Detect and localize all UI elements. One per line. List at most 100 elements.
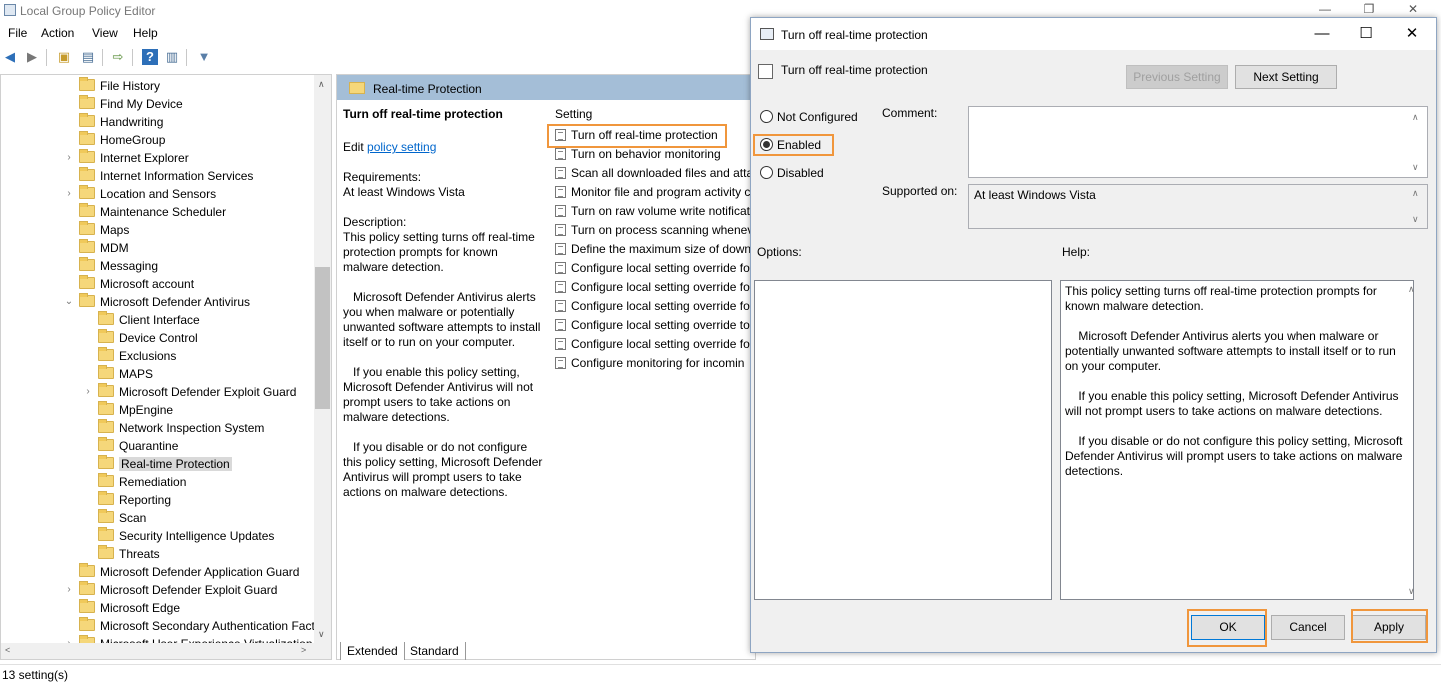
tree-item[interactable]: File History bbox=[79, 77, 160, 95]
tree-item[interactable]: Real-time Protection bbox=[98, 455, 232, 473]
help-scroll-down-icon[interactable]: ∨ bbox=[1408, 586, 1434, 597]
tab-extended[interactable]: Extended bbox=[340, 642, 405, 660]
setting-row[interactable]: Scan all downloaded files and atta bbox=[555, 164, 753, 183]
tree-item[interactable]: HomeGroup bbox=[79, 131, 165, 149]
filter-icon[interactable]: ▼ bbox=[196, 49, 212, 65]
tree-item[interactable]: Security Intelligence Updates bbox=[98, 527, 274, 545]
tree-item[interactable]: Threats bbox=[98, 545, 160, 563]
tree-item[interactable]: Microsoft account bbox=[79, 275, 194, 293]
menu-action[interactable]: Action bbox=[41, 26, 74, 40]
tree-item[interactable]: Handwriting bbox=[79, 113, 163, 131]
folder-icon bbox=[79, 203, 95, 217]
setting-row[interactable]: Configure monitoring for incomin bbox=[555, 354, 744, 373]
tree-item[interactable]: ⌄ Microsoft Defender Antivirus bbox=[65, 293, 250, 311]
setting-row[interactable]: Configure local setting override fo bbox=[555, 278, 750, 297]
setting-column-header[interactable]: Setting bbox=[555, 107, 592, 121]
tree-item[interactable]: › Microsoft Defender Exploit Guard bbox=[67, 581, 277, 599]
help-scroll-up-icon[interactable]: ∧ bbox=[1408, 284, 1434, 295]
radio-disabled[interactable]: Disabled bbox=[760, 164, 824, 182]
radio-not-configured-circle[interactable] bbox=[760, 110, 773, 123]
up-folder-icon[interactable]: ▣ bbox=[56, 49, 72, 65]
tab-standard[interactable]: Standard bbox=[404, 642, 466, 660]
policy-setting-icon bbox=[555, 300, 566, 312]
tree-item[interactable]: Microsoft Edge bbox=[79, 599, 180, 617]
setting-label: Turn on process scanning whenev bbox=[571, 223, 754, 237]
minimize-icon[interactable]: — bbox=[1310, 2, 1340, 16]
back-arrow-icon[interactable]: ◀ bbox=[2, 49, 18, 65]
chevron-right-icon[interactable]: › bbox=[63, 149, 75, 167]
tree-item[interactable]: Microsoft Secondary Authentication Fact bbox=[79, 617, 315, 635]
chevron-right-icon[interactable]: › bbox=[63, 185, 75, 203]
previous-setting-button[interactable]: Previous Setting bbox=[1126, 65, 1228, 89]
tree-item[interactable]: Find My Device bbox=[79, 95, 183, 113]
forward-arrow-icon[interactable]: ▶ bbox=[24, 49, 40, 65]
help-icon[interactable]: ? bbox=[142, 49, 158, 65]
setting-row[interactable]: Configure local setting override fo bbox=[555, 335, 750, 354]
comment-textarea[interactable] bbox=[968, 106, 1428, 178]
properties-icon[interactable]: ▥ bbox=[164, 49, 180, 65]
restore-icon[interactable]: ❐ bbox=[1354, 2, 1384, 16]
tree-item[interactable]: Client Interface bbox=[98, 311, 200, 329]
chevron-down-icon[interactable]: ⌄ bbox=[63, 293, 75, 311]
scroll-right-icon[interactable]: > bbox=[301, 645, 306, 655]
radio-not-configured[interactable]: Not Configured bbox=[760, 108, 858, 126]
comment-scroll-up-icon[interactable]: ∧ bbox=[1412, 112, 1434, 123]
tree-horizontal-scrollbar[interactable]: < > bbox=[1, 643, 331, 659]
tree-item[interactable]: › Internet Explorer bbox=[67, 149, 189, 167]
tree-item[interactable]: MpEngine bbox=[98, 401, 173, 419]
next-setting-button[interactable]: Next Setting bbox=[1235, 65, 1337, 89]
supported-scroll-up-icon[interactable]: ∧ bbox=[1412, 188, 1434, 199]
chevron-right-icon[interactable]: › bbox=[82, 383, 94, 401]
setting-row[interactable]: Configure local setting override fo bbox=[555, 259, 750, 278]
setting-row[interactable]: Turn on process scanning whenev bbox=[555, 221, 753, 240]
tree-item[interactable]: Reporting bbox=[98, 491, 171, 509]
dialog-close-icon[interactable]: ✕ bbox=[1397, 24, 1427, 44]
menu-view[interactable]: View bbox=[92, 26, 118, 40]
show-hide-tree-icon[interactable]: ▤ bbox=[80, 49, 96, 65]
folder-icon bbox=[98, 455, 114, 469]
tree-item[interactable]: Messaging bbox=[79, 257, 158, 275]
tree-item[interactable]: Internet Information Services bbox=[79, 167, 253, 185]
scroll-up-icon[interactable]: ∧ bbox=[318, 79, 325, 90]
scroll-left-icon[interactable]: < bbox=[5, 645, 10, 655]
toolbar-separator bbox=[46, 49, 47, 66]
tree-item[interactable]: › Location and Sensors bbox=[67, 185, 216, 203]
tree-item[interactable]: Scan bbox=[98, 509, 146, 527]
export-list-icon[interactable]: ⇨ bbox=[110, 49, 126, 65]
highlight-enabled-option bbox=[753, 134, 834, 156]
policy-setting-icon bbox=[555, 205, 566, 217]
dialog-maximize-icon[interactable]: ☐ bbox=[1351, 24, 1381, 44]
edit-policy-link[interactable]: policy setting bbox=[367, 140, 436, 154]
setting-row[interactable]: Define the maximum size of down bbox=[555, 240, 751, 259]
tree-item[interactable]: › Microsoft Defender Exploit Guard bbox=[86, 383, 296, 401]
setting-row[interactable]: Turn on raw volume write notificat bbox=[555, 202, 750, 221]
tree-item-label: Find My Device bbox=[100, 97, 183, 111]
help-paragraph-3: If you enable this policy setting, Micro… bbox=[1065, 389, 1402, 418]
tree-item[interactable]: Exclusions bbox=[98, 347, 176, 365]
tree-item[interactable]: MDM bbox=[79, 239, 129, 257]
chevron-right-icon[interactable]: › bbox=[63, 581, 75, 599]
setting-row[interactable]: Configure local setting override fo bbox=[555, 297, 750, 316]
scroll-thumb[interactable] bbox=[315, 267, 330, 409]
requirements-value: At least Windows Vista bbox=[343, 185, 465, 199]
menu-file[interactable]: File bbox=[8, 26, 27, 40]
tree-item[interactable]: Network Inspection System bbox=[98, 419, 264, 437]
tree-item[interactable]: Device Control bbox=[98, 329, 198, 347]
scroll-down-icon[interactable]: ∨ bbox=[318, 629, 325, 640]
tree-vertical-scrollbar[interactable]: ∧ ∨ bbox=[314, 75, 331, 643]
setting-row[interactable]: Monitor file and program activity c bbox=[555, 183, 750, 202]
close-icon[interactable]: ✕ bbox=[1398, 2, 1428, 16]
tree-item[interactable]: Remediation bbox=[98, 473, 186, 491]
dialog-minimize-icon[interactable]: — bbox=[1307, 24, 1337, 44]
menu-help[interactable]: Help bbox=[133, 26, 158, 40]
radio-disabled-circle[interactable] bbox=[760, 166, 773, 179]
setting-row[interactable]: Configure local setting override to bbox=[555, 316, 750, 335]
supported-scroll-down-icon[interactable]: ∨ bbox=[1412, 214, 1434, 225]
cancel-button[interactable]: Cancel bbox=[1271, 615, 1345, 640]
tree-item[interactable]: Quarantine bbox=[98, 437, 178, 455]
comment-scroll-down-icon[interactable]: ∨ bbox=[1412, 162, 1434, 173]
tree-item[interactable]: Maps bbox=[79, 221, 129, 239]
tree-item[interactable]: MAPS bbox=[98, 365, 153, 383]
tree-item[interactable]: Microsoft Defender Application Guard bbox=[79, 563, 299, 581]
tree-item[interactable]: Maintenance Scheduler bbox=[79, 203, 226, 221]
